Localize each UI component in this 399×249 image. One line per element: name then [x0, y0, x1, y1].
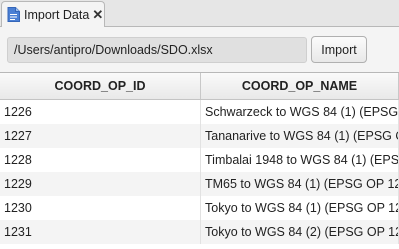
cell-coord-op-name: Tananarive to WGS 84 (1) (EPSG OP 1227) [201, 124, 399, 148]
table-header: COORD_OP_ID COORD_OP_NAME [0, 73, 399, 100]
column-header-coord-op-name[interactable]: COORD_OP_NAME [201, 73, 399, 99]
table-row[interactable]: 1227 Tananarive to WGS 84 (1) (EPSG OP 1… [0, 124, 399, 148]
table-row[interactable]: 1230 Tokyo to WGS 84 (1) (EPSG OP 1230) [0, 196, 399, 220]
table-row[interactable]: 1226 Schwarzeck to WGS 84 (1) (EPSG OP 1… [0, 100, 399, 124]
data-table: COORD_OP_ID COORD_OP_NAME 1226 Schwarzec… [0, 72, 399, 249]
cell-coord-op-name: Tokyo to WGS 84 (2) (EPSG OP 1231) [201, 220, 399, 244]
import-button[interactable]: Import [311, 36, 367, 63]
cell-coord-op-id: 1226 [0, 100, 201, 124]
tab-import-data[interactable]: Import Data ✕ [1, 1, 105, 27]
cell-coord-op-name: Tokyo to WGS 84 (1) (EPSG OP 1230) [201, 196, 399, 220]
cell-coord-op-id: 1229 [0, 172, 201, 196]
tab-label: Import Data [24, 7, 90, 22]
cell-coord-op-name: Timbalai 1948 to WGS 84 (1) (EPSG OP 122… [201, 148, 399, 172]
file-icon [7, 7, 20, 22]
import-toolbar: Import [0, 27, 399, 72]
close-icon[interactable]: ✕ [92, 8, 103, 21]
cell-coord-op-id: 1227 [0, 124, 201, 148]
cell-coord-op-id: 1228 [0, 148, 201, 172]
cell-coord-op-id: 1231 [0, 220, 201, 244]
table-row[interactable]: 1228 Timbalai 1948 to WGS 84 (1) (EPSG O… [0, 148, 399, 172]
tab-bar: Import Data ✕ [0, 0, 399, 27]
file-path-input[interactable] [7, 37, 307, 63]
table-row[interactable]: 1229 TM65 to WGS 84 (1) (EPSG OP 1229) [0, 172, 399, 196]
cell-coord-op-name: Schwarzeck to WGS 84 (1) (EPSG OP 1226) [201, 100, 399, 124]
column-header-coord-op-id[interactable]: COORD_OP_ID [0, 73, 201, 99]
cell-coord-op-name: TM65 to WGS 84 (1) (EPSG OP 1229) [201, 172, 399, 196]
cell-coord-op-id: 1230 [0, 196, 201, 220]
table-row[interactable]: 1231 Tokyo to WGS 84 (2) (EPSG OP 1231) [0, 220, 399, 244]
